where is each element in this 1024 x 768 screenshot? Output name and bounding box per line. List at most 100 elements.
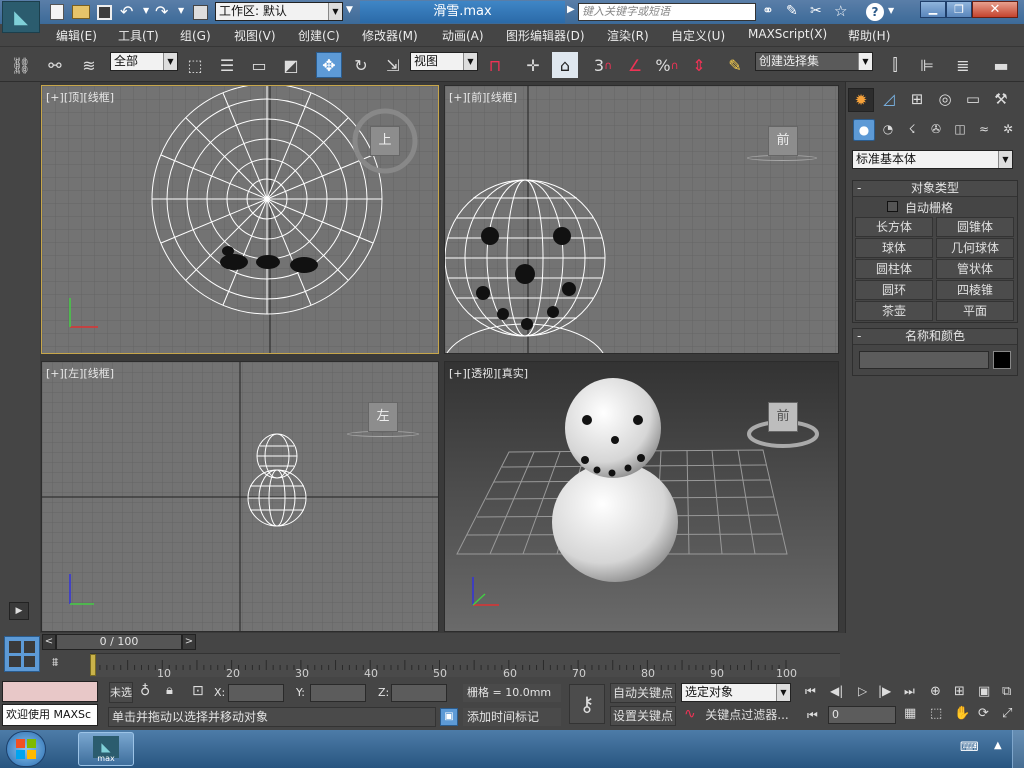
reference-coord-dropdown[interactable]: 视图 ▼ (410, 52, 478, 71)
viewport-menu[interactable]: [+] (46, 367, 64, 380)
motion-tab-icon[interactable]: ◎ (932, 88, 958, 112)
viewport-menu[interactable]: [+] (449, 367, 467, 380)
expand-arrow-icon[interactable]: ▶ (9, 602, 29, 620)
new-file-icon[interactable] (50, 4, 64, 20)
app-logo-icon[interactable]: ◣ (2, 1, 40, 33)
viewport-top[interactable]: [+][顶][线框] 上 (41, 85, 439, 354)
tube-button[interactable]: 管状体 (936, 259, 1014, 279)
viewport-label[interactable]: [+][前][线框] (449, 89, 517, 105)
field-of-view-icon[interactable]: ⬚ (930, 706, 942, 721)
link-icon[interactable]: ⛓ (8, 52, 34, 78)
maximize-viewport-icon[interactable]: ⤢ (1002, 706, 1012, 721)
absolute-mode-icon[interactable]: ⊡ (192, 683, 204, 699)
select-manipulate-icon[interactable]: ✛ (520, 52, 546, 78)
time-slider-prev[interactable]: < (42, 634, 56, 650)
viewcube[interactable]: 前 (768, 402, 798, 432)
key-filters-button[interactable]: 关键点过滤器... (702, 706, 792, 726)
time-config-icon[interactable]: ▦ (904, 706, 916, 721)
keyboard-shortcut-icon[interactable]: ⌂ (552, 52, 578, 78)
y-coordinate-field[interactable] (310, 684, 366, 702)
edit-named-selection-icon[interactable]: ✎ (722, 52, 748, 78)
viewport-label[interactable]: [+][透视][真实] (449, 365, 528, 381)
menu-group[interactable]: 组(G) (180, 27, 211, 44)
viewport-view[interactable]: [透视] (467, 367, 498, 380)
maxscript-listener-pink[interactable] (2, 681, 98, 702)
menu-customize[interactable]: 自定义(U) (671, 27, 725, 44)
undo-dropdown-icon[interactable]: ▼ (143, 6, 149, 15)
pivot-center-icon[interactable]: ⊓ (482, 52, 508, 78)
autogrid-checkbox[interactable] (887, 201, 898, 212)
window-crossing-icon[interactable]: ◩ (278, 52, 304, 78)
menu-graph-editors[interactable]: 图形编辑器(D) (506, 27, 585, 44)
key-mode-dropdown[interactable]: 选定对象 ▼ (681, 683, 791, 702)
object-color-swatch[interactable] (993, 351, 1011, 369)
viewport-left[interactable]: [+][左][线框] 左 (41, 361, 439, 632)
cameras-icon[interactable]: ✇ (925, 119, 947, 141)
named-selection-dropdown[interactable]: 创建选择集 ▼ (755, 52, 873, 71)
workspace-dropdown[interactable]: 工作区: 默认 ▼ (215, 2, 343, 21)
rectangular-selection-icon[interactable]: ▭ (246, 52, 272, 78)
project-folder-icon[interactable] (193, 5, 208, 20)
undo-icon[interactable]: ↶ (120, 2, 133, 21)
help-icon[interactable]: ? (866, 3, 884, 21)
lights-icon[interactable]: ☇ (901, 119, 923, 141)
viewport-menu[interactable]: [+] (449, 91, 467, 104)
align-icon[interactable]: ⊫ (914, 52, 940, 78)
viewport-view[interactable]: [顶] (64, 91, 84, 104)
close-button[interactable]: ✕ (972, 1, 1018, 18)
redo-icon[interactable]: ↷ (155, 2, 168, 21)
minimize-button[interactable]: ▁ (920, 1, 946, 18)
isolate-bulb-icon[interactable]: ♁ (140, 683, 150, 699)
viewport-mode[interactable]: [真实] (497, 367, 528, 380)
orbit-icon[interactable]: ⟳ (978, 706, 989, 721)
object-name-field[interactable] (859, 351, 989, 369)
utilities-tab-icon[interactable]: ⚒ (988, 88, 1014, 112)
selection-lock-icon[interactable]: 🔒︎ (166, 683, 173, 698)
set-key-button[interactable]: 设置关键点 (610, 706, 676, 726)
search-input[interactable]: 键入关键字或短语 (578, 3, 756, 21)
zoom-all-icon[interactable]: ⊞ (954, 684, 965, 699)
go-to-start-icon[interactable]: ⏮ (805, 684, 816, 699)
zoom-extents-all-icon[interactable]: ⧉ (1002, 684, 1011, 699)
category-dropdown[interactable]: 标准基本体 ▼ (852, 150, 1013, 169)
auto-key-button[interactable]: 自动关键点 (610, 683, 676, 703)
x-coordinate-field[interactable] (228, 684, 284, 702)
show-hidden-icons-icon[interactable]: ▲ (994, 740, 1002, 751)
keyboard-icon[interactable]: ⌨ (960, 740, 979, 755)
time-slider[interactable]: 0 / 100 (56, 634, 182, 650)
play-icon[interactable]: ▷ (858, 684, 867, 698)
viewport-label[interactable]: [+][左][线框] (46, 365, 114, 381)
viewport-mode[interactable]: [线框] (83, 91, 114, 104)
curve-editor-icon[interactable]: ▬ (988, 52, 1014, 78)
maximize-button[interactable]: ❐ (946, 1, 972, 18)
viewport-mode[interactable]: [线框] (486, 91, 517, 104)
display-tab-icon[interactable]: ▭ (960, 88, 986, 112)
plane-button[interactable]: 平面 (936, 301, 1014, 321)
menu-modifiers[interactable]: 修改器(M) (362, 27, 418, 44)
snap-toggle-icon[interactable]: 3 ∩ (590, 52, 616, 78)
shapes-icon[interactable]: ◔ (877, 119, 899, 141)
help-dropdown-icon[interactable]: ▼ (888, 6, 894, 15)
select-and-move-icon[interactable]: ✥ (316, 52, 342, 78)
binoculars-icon[interactable]: ⚭ (762, 3, 774, 19)
select-and-scale-icon[interactable]: ⇲ (380, 52, 406, 78)
viewport-front[interactable]: [+][前][线框] 前 (444, 85, 839, 354)
teapot-button[interactable]: 茶壶 (855, 301, 933, 321)
maxscript-listener-input[interactable]: 欢迎使用 MAXSc (2, 704, 98, 726)
zoom-icon[interactable]: ⊕ (930, 684, 941, 699)
menu-edit[interactable]: 编辑(E) (56, 27, 97, 44)
current-frame-field[interactable]: 0 (828, 706, 896, 724)
trackbar[interactable] (90, 653, 840, 677)
create-tab-icon[interactable]: ✹ (848, 88, 874, 112)
select-by-name-icon[interactable]: ☰ (214, 52, 240, 78)
communication-icon[interactable]: ✂ (810, 3, 822, 19)
geometry-icon[interactable]: ● (853, 119, 875, 141)
viewport-mode[interactable]: [线框] (83, 367, 114, 380)
save-file-icon[interactable] (97, 5, 112, 20)
open-file-icon[interactable] (72, 5, 90, 19)
pyramid-button[interactable]: 四棱锥 (936, 280, 1014, 300)
viewport-view[interactable]: [左] (64, 367, 84, 380)
menu-tools[interactable]: 工具(T) (118, 27, 159, 44)
menu-rendering[interactable]: 渲染(R) (607, 27, 649, 44)
menu-views[interactable]: 视图(V) (234, 27, 276, 44)
